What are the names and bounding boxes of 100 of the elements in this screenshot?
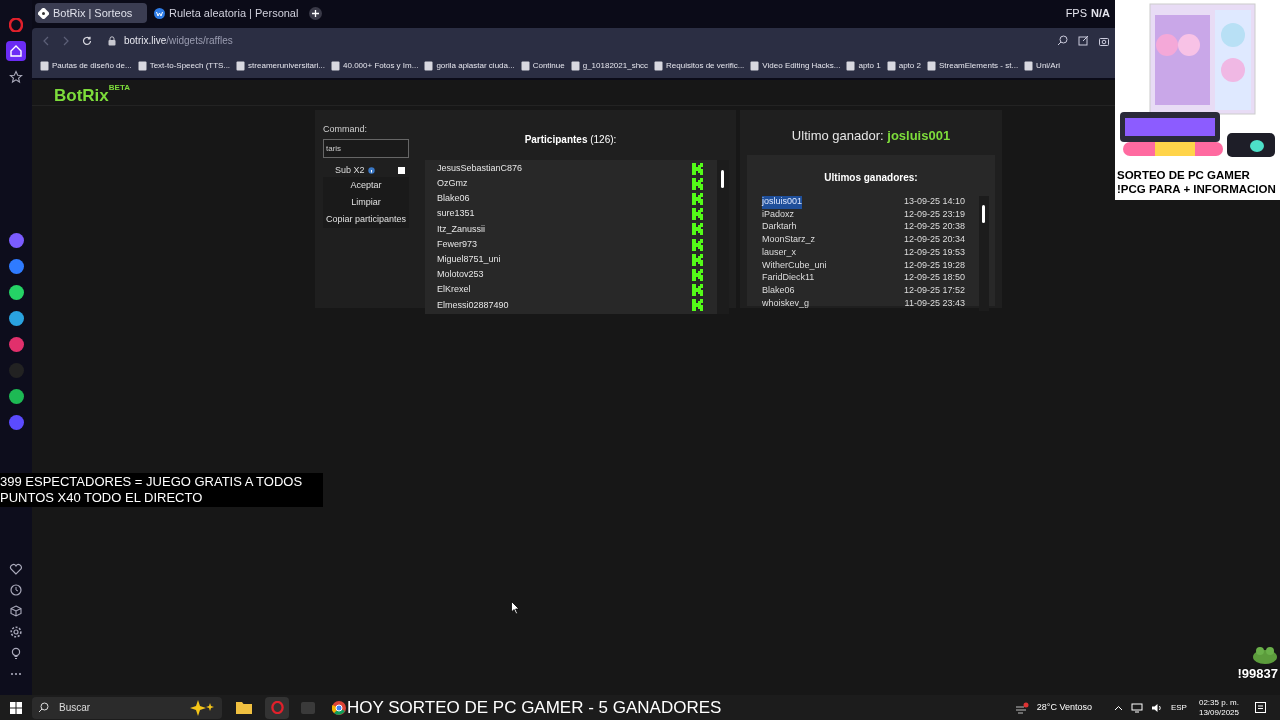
- tab-favicon-icon: [154, 7, 165, 19]
- camera-icon[interactable]: [1099, 35, 1109, 46]
- copy-participants-button[interactable]: Copiar participantes: [323, 211, 409, 228]
- command-label: Command:: [323, 123, 368, 136]
- bookmark-favicon-icon: [424, 60, 434, 71]
- chevron-up-icon[interactable]: [1113, 704, 1123, 711]
- taskbar-search-bar[interactable]: Buscar: [32, 696, 222, 719]
- windows-start-icon[interactable]: [10, 701, 22, 714]
- banner-text: HOY SORTEO DE PC GAMER - 5 GANADORES: [347, 696, 722, 719]
- search-icon[interactable]: [1057, 35, 1068, 46]
- winner-name[interactable]: Blake06: [762, 283, 795, 298]
- star-icon[interactable]: [9, 70, 23, 84]
- cube-icon[interactable]: [9, 604, 23, 618]
- bookmark-favicon-icon: [520, 60, 530, 71]
- winner-name[interactable]: josluis001: [762, 195, 803, 209]
- lightbulb-icon[interactable]: [9, 646, 23, 660]
- winner-date: 12-09-25 20:38: [903, 220, 965, 234]
- winner-date: 12-09-25 19:53: [903, 245, 965, 259]
- bookmark-favicon-icon: [654, 60, 664, 71]
- volume-icon[interactable]: [1150, 702, 1163, 713]
- platform-icon: [692, 253, 703, 266]
- bookmark[interactable]: Requisitos de verific...: [654, 59, 745, 72]
- command-field[interactable]: taris: [323, 138, 409, 158]
- bookmark[interactable]: Pautas de diseño de...: [40, 59, 132, 72]
- winner-name[interactable]: MoonStarz_z: [762, 233, 816, 247]
- network-icon[interactable]: [1130, 702, 1143, 713]
- app-icon[interactable]: [8, 311, 24, 326]
- overlay-text: 399 ESPECTADORES = JUEGO GRATIS A TODOS: [0, 474, 304, 490]
- url-text: botrix.live/widgets/raffles: [124, 34, 233, 48]
- taskbar-app-button[interactable]: [265, 696, 289, 719]
- participant-name: OzGmz: [437, 177, 468, 191]
- bookmark-favicon-icon: [40, 60, 49, 71]
- new-tab-button[interactable]: [309, 6, 323, 20]
- platform-icon: [692, 299, 703, 312]
- bookmark[interactable]: apto 1: [846, 59, 881, 72]
- participant-name: JesusSebastianC876: [437, 161, 523, 175]
- notification-icon[interactable]: [1255, 702, 1266, 713]
- folder-icon[interactable]: [236, 701, 252, 714]
- accept-button[interactable]: Aceptar: [323, 177, 409, 194]
- search-icon: [38, 702, 49, 713]
- url-field[interactable]: botrix.live/widgets/raffles: [108, 33, 233, 48]
- winner-name[interactable]: Darktarh: [762, 220, 797, 234]
- app-icon[interactable]: [8, 389, 24, 404]
- tab-favicon-icon: [38, 7, 49, 19]
- last-winner-name: josluis001: [887, 128, 951, 143]
- winner-name[interactable]: WitherCube_uni: [762, 258, 827, 273]
- bookmark[interactable]: g_10182021_shcc: [570, 59, 649, 72]
- language-indicator[interactable]: ESP: [1170, 701, 1187, 714]
- bookmark[interactable]: gorila aplastar ciuda...: [424, 59, 515, 72]
- clock-icon[interactable]: [9, 583, 23, 597]
- winner-date: 13-09-25 14:10: [903, 195, 965, 209]
- counter-text: !99837: [1237, 665, 1278, 683]
- clock[interactable]: 02:35 p. m. 13/09/2025: [1198, 697, 1239, 718]
- browser-logo-icon[interactable]: [9, 18, 23, 32]
- app-icon[interactable]: [8, 259, 24, 274]
- app-icon[interactable]: [8, 285, 24, 300]
- winner-name[interactable]: whoiskev_g: [762, 296, 810, 311]
- weather-icon: [1014, 701, 1029, 714]
- participant-name: Miguel8751_uni: [437, 252, 501, 266]
- participants-heading: Participantes (126):: [524, 134, 617, 145]
- bookmark[interactable]: Uni/Ari: [1024, 59, 1061, 72]
- reload-icon[interactable]: [82, 35, 92, 46]
- heart-icon[interactable]: [9, 562, 23, 576]
- browser-tab[interactable]: Ruleta aleatoria | Personal: [151, 3, 302, 23]
- beta-label: BETA: [108, 84, 130, 92]
- fps-value: N/A: [1091, 5, 1110, 21]
- chrome-icon[interactable]: [332, 700, 346, 715]
- cursor-icon: [511, 601, 520, 615]
- weather-text: 28°C Ventoso: [1036, 700, 1092, 714]
- winner-name[interactable]: FaridDieck11: [762, 271, 815, 285]
- bookmark-favicon-icon: [886, 60, 896, 71]
- winner-name[interactable]: iPadoxz: [762, 207, 795, 222]
- participant-name: Molotov253: [437, 268, 484, 282]
- home-button[interactable]: [6, 41, 26, 61]
- home-icon: [9, 44, 23, 58]
- settings-icon[interactable]: [9, 625, 23, 639]
- bookmark-favicon-icon: [1024, 60, 1034, 71]
- botrix-logo[interactable]: BotRix: [54, 83, 109, 109]
- bookmark[interactable]: 40.000+ Fotos y Im...: [331, 59, 419, 72]
- winner-name[interactable]: lauser_x: [762, 245, 797, 260]
- search-field[interactable]: Buscar: [59, 700, 149, 715]
- winner-date: 12-09-25 18:50: [903, 271, 965, 285]
- edit-icon[interactable]: [1078, 35, 1089, 46]
- bookmark[interactable]: Continue: [520, 59, 565, 72]
- browser-tab[interactable]: BotRix | Sorteos: [35, 3, 147, 23]
- bookmark[interactable]: Text-to-Speech (TTS...: [137, 59, 231, 72]
- app-icon[interactable]: [8, 337, 24, 352]
- bookmark[interactable]: Video Editing Hacks...: [750, 59, 841, 72]
- sub-x2-checkbox[interactable]: [397, 166, 405, 174]
- sub-x2-label: Sub X2: [335, 163, 365, 177]
- clear-button[interactable]: Limpiar: [323, 194, 409, 211]
- scrollbar[interactable]: [979, 195, 989, 311]
- info-icon[interactable]: [367, 166, 375, 174]
- bookmark[interactable]: streameruniversitari...: [236, 59, 325, 72]
- bookmark[interactable]: StreamElements - st...: [926, 59, 1019, 72]
- fps-label: FPS: [1065, 5, 1088, 21]
- bookmark-favicon-icon: [926, 60, 936, 71]
- bookmark[interactable]: apto 2: [886, 59, 921, 72]
- bookmark-favicon-icon: [236, 60, 246, 71]
- app-icon[interactable]: [8, 233, 24, 248]
